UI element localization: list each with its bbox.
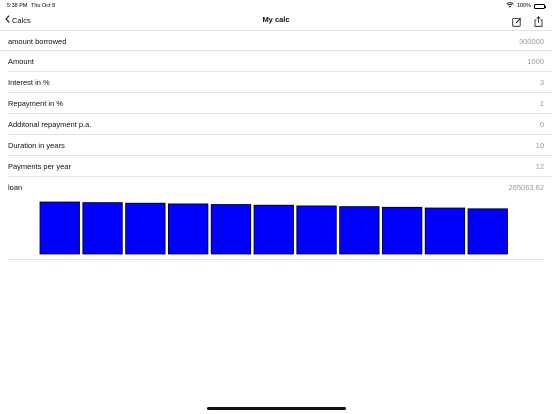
row-value-field[interactable]: 300000 [519, 37, 544, 46]
chart-bar-5 [210, 204, 252, 255]
row-label: Additonal repayment p.a. [8, 120, 92, 129]
navigation-bar: Calcs My calc [0, 10, 552, 30]
row-label: loan [8, 183, 23, 192]
loan-result-value: 265063.62 [508, 183, 544, 192]
row-additional-repayment[interactable]: Additonal repayment p.a. 0 [8, 114, 552, 135]
chart-bar-10 [424, 207, 466, 255]
chart-bar-7 [296, 205, 337, 255]
chart-bar-2 [82, 202, 123, 255]
status-bar: 5:38 PM Thu Oct 8 100% [0, 0, 552, 10]
row-amount[interactable]: Amount 1000 [8, 51, 552, 72]
row-value-field[interactable]: 0 [540, 120, 544, 129]
home-indicator[interactable] [207, 407, 346, 410]
status-right: 100% [506, 2, 546, 10]
input-list: amount borrowed 300000 Amount 1000 Inter… [0, 30, 552, 198]
chart-bar-6 [253, 204, 294, 255]
battery-percent: 100% [516, 3, 531, 9]
row-loan-result: loan 265063.62 [8, 177, 552, 198]
loan-bar-chart [39, 201, 508, 255]
row-label: Payments per year [8, 162, 71, 171]
row-amount-borrowed[interactable]: amount borrowed 300000 [0, 30, 552, 51]
chart-bar-1 [39, 201, 80, 255]
row-repayment[interactable]: Repayment in % 1 [8, 93, 552, 114]
status-time: 5:38 PM [7, 3, 28, 9]
row-value-field[interactable]: 10 [536, 141, 544, 150]
row-duration[interactable]: Duration in years 10 [8, 135, 552, 156]
row-value-field[interactable]: 1000 [527, 57, 544, 66]
page-title: My calc [262, 15, 290, 24]
row-label: Interest in % [8, 78, 50, 87]
row-label: Duration in years [8, 141, 65, 150]
row-value-field[interactable]: 3 [540, 78, 544, 87]
chart-bar-11 [467, 208, 508, 255]
chart-bar-9 [381, 206, 423, 255]
row-interest[interactable]: Interest in % 3 [8, 72, 552, 93]
status-date: Thu Oct 8 [31, 3, 56, 9]
chart-bar-4 [167, 203, 209, 255]
row-label: Amount [8, 57, 34, 66]
row-payments-per-year[interactable]: Payments per year 12 [8, 156, 552, 177]
chart-bar-3 [125, 202, 166, 255]
loan-chart [8, 198, 544, 260]
row-label: Repayment in % [8, 99, 64, 108]
row-value-field[interactable]: 12 [536, 162, 544, 171]
battery-icon [534, 3, 546, 9]
chart-bar-8 [339, 206, 380, 255]
row-label: amount borrowed [8, 37, 67, 46]
row-value-field[interactable]: 1 [540, 99, 544, 108]
wifi-icon [506, 2, 514, 10]
